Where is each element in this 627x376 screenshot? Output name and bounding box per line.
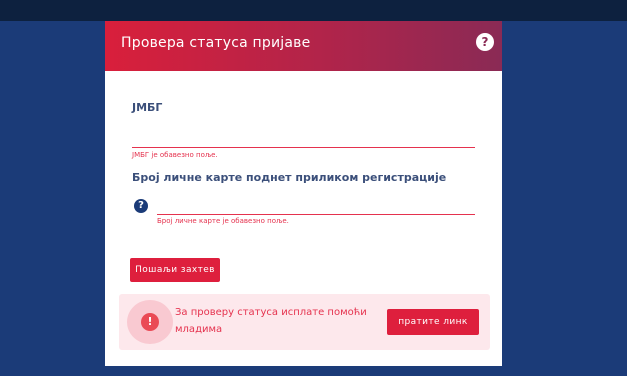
jmbg-input[interactable]	[132, 126, 475, 148]
status-check-card: Провера статуса пријаве ? ЈМБГ ЈМБГ је о…	[105, 21, 502, 366]
id-card-input[interactable]	[157, 193, 475, 215]
payment-status-notice: ! За проверу статуса исплате помоћи млад…	[119, 294, 490, 350]
info-icon: !	[141, 313, 159, 331]
id-card-label: Број личне карте поднет приликом регистр…	[132, 171, 447, 184]
top-bar	[0, 0, 627, 21]
jmbg-error: ЈМБГ је обавезно поље.	[132, 151, 218, 159]
notice-text: За проверу статуса исплате помоћи младим…	[175, 307, 367, 335]
help-icon[interactable]: ?	[476, 33, 494, 51]
question-icon[interactable]: ?	[134, 199, 148, 213]
info-icon-ring: !	[127, 300, 173, 344]
jmbg-label: ЈМБГ	[132, 101, 163, 114]
id-card-error: Број личне карте је обавезно поље.	[157, 217, 289, 225]
card-header: Провера статуса пријаве ?	[105, 21, 502, 71]
page-title: Провера статуса пријаве	[121, 35, 311, 51]
follow-link-button[interactable]: пратите линк	[387, 309, 479, 335]
submit-button[interactable]: Пошаљи захтев	[130, 258, 220, 282]
